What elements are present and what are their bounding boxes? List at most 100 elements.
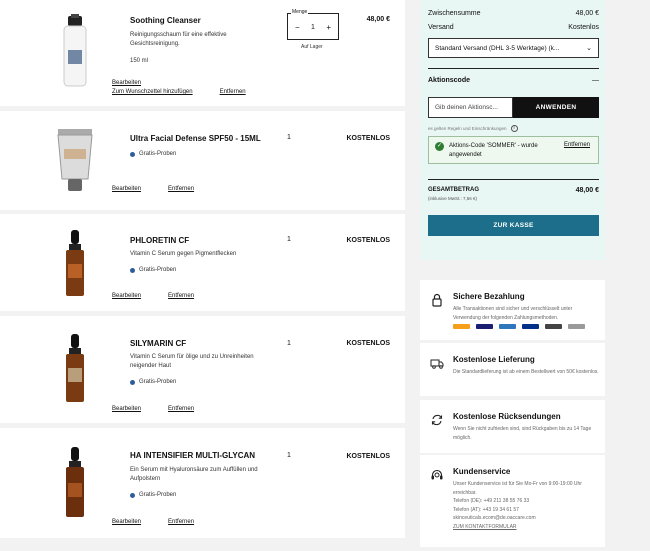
product-name[interactable]: Ultra Facial Defense SPF50 - 15ML bbox=[130, 134, 261, 143]
info-icon[interactable]: i bbox=[510, 125, 518, 132]
promo-header[interactable]: Aktionscode — bbox=[428, 77, 599, 84]
cart-item: PHLORETIN CF Vitamin C Serum gegen Pigme… bbox=[0, 214, 405, 311]
info-title: Kostenlose Rücksendungen bbox=[453, 412, 561, 421]
order-summary: Zwischensumme 48,00 € Versand Kostenlos … bbox=[420, 0, 605, 260]
free-sample-badge: Gratis-Proben bbox=[130, 151, 176, 157]
shipping-label: Versand bbox=[428, 24, 454, 31]
remove-link[interactable]: Entfernen bbox=[168, 406, 194, 412]
free-sample-badge: Gratis-Proben bbox=[130, 267, 176, 273]
edit-link[interactable]: Bearbeiten bbox=[112, 519, 141, 525]
amex-icon bbox=[499, 324, 516, 329]
paypal-icon bbox=[522, 324, 539, 329]
applepay-icon bbox=[545, 324, 562, 329]
item-actions: Bearbeiten Entfernen bbox=[112, 186, 194, 192]
cart-item: Ultra Facial Defense SPF50 - 15ML Gratis… bbox=[0, 111, 405, 210]
checkout-button[interactable]: ZUR KASSE bbox=[428, 215, 599, 236]
payment-methods bbox=[453, 324, 585, 329]
info-text: Alle Transaktionen sind sicher und versc… bbox=[453, 306, 573, 321]
chevron-down-icon: ⌄ bbox=[586, 45, 592, 52]
subtotal-value: 48,00 € bbox=[575, 10, 599, 17]
product-image bbox=[66, 447, 84, 517]
product-name[interactable]: Soothing Cleanser bbox=[130, 16, 201, 25]
add-to-wishlist-link[interactable]: Zum Wunschzettel hinzufügen bbox=[112, 89, 193, 95]
cart-item: Soothing Cleanser Reinigungsschaum für e… bbox=[0, 0, 405, 106]
shipping-method-select[interactable]: Standard Versand (DHL 3-5 Werktage) (k..… bbox=[428, 38, 599, 58]
total-tax-note: (inklusive MwSt.: 7,66 €) bbox=[428, 196, 478, 201]
truck-icon bbox=[430, 359, 444, 369]
remove-link[interactable]: Entfernen bbox=[220, 89, 246, 95]
total-value: 48,00 € bbox=[575, 187, 599, 194]
quantity-value: 1 bbox=[287, 452, 291, 459]
remove-link[interactable]: Entfernen bbox=[168, 293, 194, 299]
info-text: Wenn Sie nicht zufrieden sind, sind Rück… bbox=[453, 426, 592, 441]
remove-link[interactable]: Entfernen bbox=[168, 519, 194, 525]
phone-de[interactable]: Telefon (DE): +49 211 38 55 76 33 bbox=[453, 497, 601, 506]
remove-link[interactable]: Entfernen bbox=[168, 186, 194, 192]
total-label: GESAMTBETRAG bbox=[428, 187, 479, 193]
product-image bbox=[66, 230, 84, 296]
product-description: Reinigungsschaum für eine effektive Gesi… bbox=[130, 32, 227, 47]
product-price: KOSTENLOS bbox=[346, 237, 390, 244]
item-actions: Bearbeiten Entfernen bbox=[112, 293, 194, 299]
product-image bbox=[63, 14, 87, 87]
return-icon bbox=[431, 414, 443, 426]
stock-status: Auf Lager bbox=[301, 44, 323, 50]
info-text: Die Standardlieferung ist ab einem Beste… bbox=[453, 369, 599, 375]
shipping-row: Versand Kostenlos bbox=[428, 24, 599, 31]
remove-promo-link[interactable]: Entfernen bbox=[564, 142, 590, 148]
promo-code-input[interactable]: Gib deinen Aktionsc... bbox=[428, 97, 513, 118]
product-description: Vitamin C Serum für ölige und zu Unreinh… bbox=[130, 354, 254, 369]
product-description: Ein Serum mit Hyaluronsäure zum Auffülle… bbox=[130, 467, 258, 482]
item-actions: Bearbeiten Entfernen bbox=[112, 406, 194, 412]
product-size: 150 ml bbox=[130, 58, 149, 64]
product-name[interactable]: SILYMARIN CF bbox=[130, 339, 186, 348]
edit-link[interactable]: Bearbeiten bbox=[112, 80, 141, 86]
shipping-value: Kostenlos bbox=[568, 24, 599, 31]
promo-heading: Aktionscode bbox=[428, 77, 471, 84]
quantity-value: 1 bbox=[287, 340, 291, 347]
collapse-icon[interactable]: — bbox=[592, 77, 599, 84]
item-actions: Bearbeiten Entfernen bbox=[112, 519, 194, 525]
service-email[interactable]: skinceuticals.ecom@de.oaccare.com bbox=[453, 514, 601, 523]
increase-quantity-button[interactable]: + bbox=[326, 23, 331, 32]
product-price: KOSTENLOS bbox=[346, 340, 390, 347]
lock-icon bbox=[432, 293, 442, 307]
divider bbox=[428, 179, 599, 180]
subtotal-row: Zwischensumme 48,00 € bbox=[428, 10, 599, 17]
secure-payment-box: Sichere Bezahlung Alle Transaktionen sin… bbox=[420, 280, 605, 340]
free-sample-badge: Gratis-Proben bbox=[130, 492, 176, 498]
cart-item: SILYMARIN CF Vitamin C Serum für ölige u… bbox=[0, 316, 405, 423]
edit-link[interactable]: Bearbeiten bbox=[112, 406, 141, 412]
mastercard-icon bbox=[453, 324, 470, 329]
divider bbox=[428, 68, 599, 69]
subtotal-label: Zwischensumme bbox=[428, 10, 481, 17]
product-price: KOSTENLOS bbox=[346, 453, 390, 460]
promo-applied-message: ✓ Aktions-Code 'SOMMER' - wurde angewend… bbox=[428, 136, 599, 164]
product-name[interactable]: PHLORETIN CF bbox=[130, 236, 189, 245]
free-delivery-box: Kostenlose Lieferung Die Standardlieferu… bbox=[420, 343, 605, 396]
quantity-value: 1 bbox=[287, 134, 291, 141]
cart-item: HA INTENSIFIER MULTI-GLYCAN Ein Serum mi… bbox=[0, 428, 405, 538]
quantity-stepper[interactable]: Menge − 1 + bbox=[287, 9, 339, 40]
item-actions-row2: Zum Wunschzettel hinzufügen Entfernen bbox=[112, 89, 246, 95]
phone-at[interactable]: Telefon (AT): +43 19 34 61 57 bbox=[453, 506, 601, 515]
edit-link[interactable]: Bearbeiten bbox=[112, 186, 141, 192]
shipping-method-value: Standard Versand (DHL 3-5 Werktage) (k..… bbox=[435, 45, 560, 52]
product-image bbox=[57, 129, 93, 191]
product-price: 48,00 € bbox=[366, 16, 390, 23]
product-name[interactable]: HA INTENSIFIER MULTI-GLYCAN bbox=[130, 451, 255, 460]
quantity-value: 1 bbox=[287, 236, 291, 243]
gpay-icon bbox=[568, 324, 585, 329]
edit-link[interactable]: Bearbeiten bbox=[112, 293, 141, 299]
apply-promo-button[interactable]: ANWENDEN bbox=[513, 97, 599, 118]
headset-icon bbox=[431, 469, 443, 480]
info-title: Kostenlose Lieferung bbox=[453, 355, 535, 364]
check-icon: ✓ bbox=[435, 142, 444, 151]
quantity-label: Menge bbox=[291, 9, 309, 15]
item-actions: Bearbeiten bbox=[112, 80, 141, 86]
customer-service-box: Kundenservice Unser Kundenservice ist fü… bbox=[420, 455, 605, 547]
info-title: Sichere Bezahlung bbox=[453, 292, 525, 301]
info-title: Kundenservice bbox=[453, 467, 511, 476]
product-description: Vitamin C Serum gegen Pigmentflecken bbox=[130, 251, 237, 257]
contact-form-link[interactable]: ZUM KONTAKTFORMULAR bbox=[453, 523, 601, 532]
